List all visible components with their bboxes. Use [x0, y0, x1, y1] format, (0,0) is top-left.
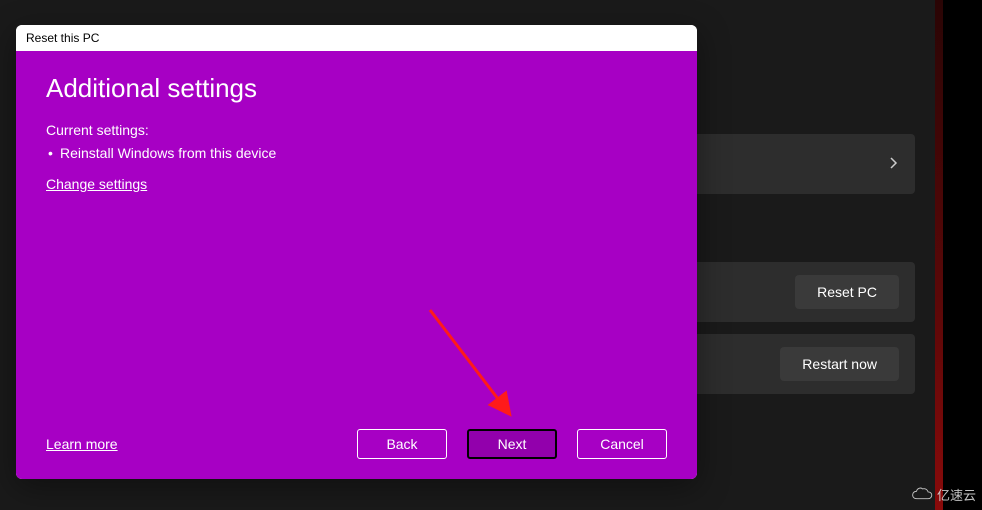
dialog-titlebar: Reset this PC	[16, 25, 697, 51]
watermark-text: 亿速云	[937, 485, 976, 504]
cancel-button[interactable]: Cancel	[577, 429, 667, 459]
learn-more-link[interactable]: Learn more	[46, 436, 118, 452]
watermark: 亿速云	[911, 485, 976, 504]
current-settings-label: Current settings:	[46, 122, 667, 138]
dialog-body: Additional settings Current settings: Re…	[16, 51, 697, 479]
restart-now-button[interactable]: Restart now	[780, 347, 899, 381]
dialog-footer: Learn more Back Next Cancel	[46, 429, 667, 459]
reset-pc-button[interactable]: Reset PC	[795, 275, 899, 309]
change-settings-link[interactable]: Change settings	[46, 176, 147, 192]
chevron-right-icon	[889, 156, 899, 173]
settings-list: Reinstall Windows from this device	[46, 142, 667, 166]
dialog-heading: Additional settings	[46, 73, 667, 104]
cloud-icon	[911, 487, 933, 503]
reset-pc-dialog: Reset this PC Additional settings Curren…	[16, 25, 697, 479]
settings-list-item: Reinstall Windows from this device	[46, 142, 667, 166]
red-accent-strip	[935, 0, 943, 510]
next-button[interactable]: Next	[467, 429, 557, 459]
dialog-title: Reset this PC	[26, 31, 99, 45]
back-button[interactable]: Back	[357, 429, 447, 459]
